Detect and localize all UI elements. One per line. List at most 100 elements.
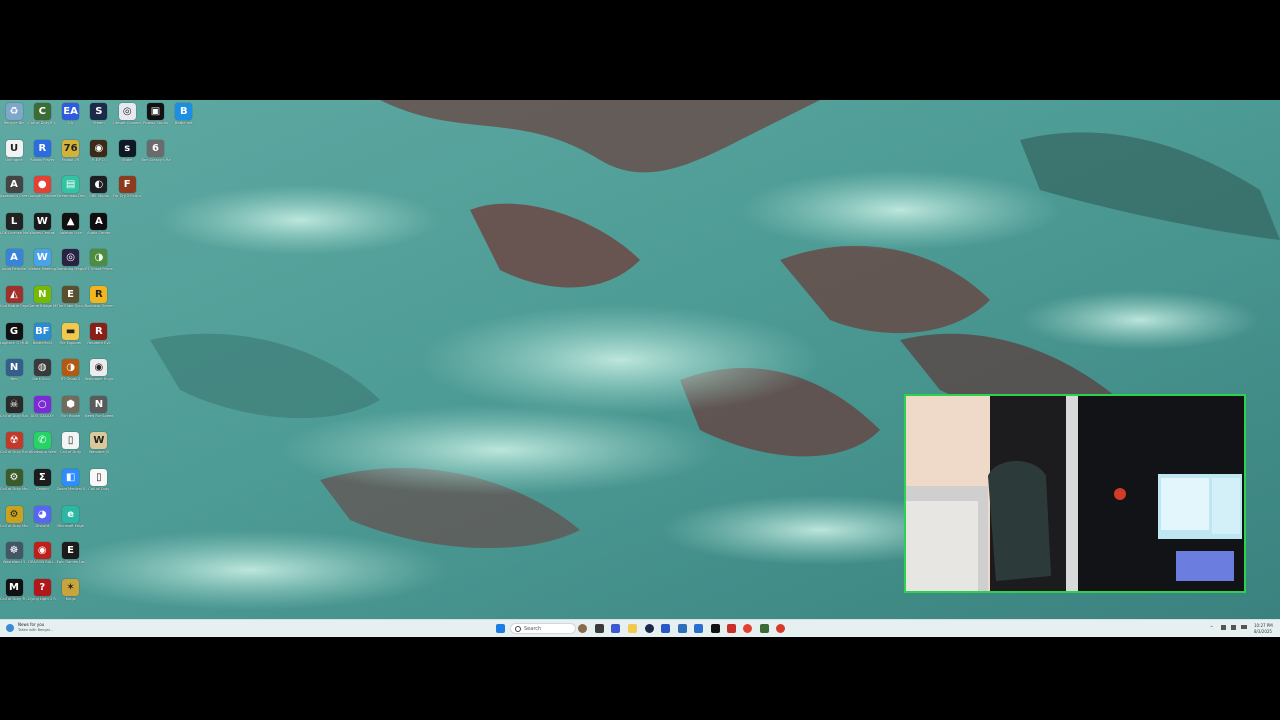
capcut-icon[interactable] bbox=[711, 624, 720, 633]
volume-icon[interactable] bbox=[1231, 625, 1236, 630]
clock-time[interactable]: 10:27 PM bbox=[1254, 623, 1273, 628]
desktop-icon[interactable]: ▯ Call of Duty bbox=[57, 430, 85, 464]
desktop-icon-label: Cod Battle Organizer bbox=[0, 304, 28, 308]
desktop-icon-label: Stake bbox=[122, 157, 133, 162]
desktop-icon[interactable]: S Steam bbox=[85, 101, 113, 135]
desktop-icon[interactable]: N Neo bbox=[0, 357, 28, 391]
widgets-icon[interactable] bbox=[611, 624, 620, 633]
start-button[interactable] bbox=[496, 624, 505, 633]
desktop-icon[interactable]: ▣ Roblox Studio bbox=[142, 101, 170, 135]
desktop-icon[interactable]: RRockstar Games... bbox=[85, 284, 113, 318]
desktop-icon[interactable]: ◍ Dark Sun... bbox=[28, 357, 56, 391]
network-icon[interactable] bbox=[1221, 625, 1226, 630]
chevron-up-icon[interactable]: ^ bbox=[1210, 625, 1213, 630]
desktop-icon[interactable]: ?Dying Light 2 Reloaded Ed... bbox=[28, 577, 56, 611]
store-icon[interactable] bbox=[678, 624, 687, 633]
desktop-icon[interactable]: R Resident Evil bbox=[85, 321, 113, 355]
desktop-icon[interactable]: ☢Call of Duty Black Ops... bbox=[0, 430, 28, 464]
news-widget[interactable]: News for you Taken with Bengal... bbox=[6, 622, 66, 635]
desktop-icon[interactable]: ◉ DRAGON BALL... bbox=[28, 540, 56, 574]
file-explorer-icon[interactable] bbox=[628, 624, 637, 633]
desktop-icon[interactable]: ◑ RT Ghost 2 bbox=[57, 357, 85, 391]
desktop-icon[interactable]: NNeed For Speed... bbox=[85, 394, 113, 428]
desktop-icon[interactable]: ☸ Wasteland 3 bbox=[0, 540, 28, 574]
desktop-icon-label: Call of Duty bbox=[88, 487, 110, 491]
desktop-icon[interactable]: ◧Zoom Medical Software bbox=[57, 467, 85, 501]
desktop-icon[interactable]: ⚙Call of Duty Modern... bbox=[0, 504, 28, 538]
desktop-icon-label: Ableton Live bbox=[59, 230, 82, 235]
cod-taskbar-icon[interactable] bbox=[760, 624, 769, 633]
desktop-icon[interactable]: ✆ WhatsApp Web bbox=[28, 430, 56, 464]
elder-scrolls-icon: E bbox=[62, 286, 80, 303]
desktop-icon[interactable]: ☠Call of Duty Black Ops bbox=[0, 394, 28, 428]
desktop-icon[interactable]: ⬢ Fun House bbox=[57, 394, 85, 428]
desktop-icon[interactable]: ✶ Kingz bbox=[57, 577, 85, 611]
desktop-icon[interactable]: AAssassin's Creed Band... bbox=[0, 174, 28, 208]
desktop-icon[interactable]: M Call of Duty ®... bbox=[0, 577, 28, 611]
desktop-icon-label: The Elder Scro... bbox=[56, 304, 85, 308]
calculator-icon[interactable] bbox=[727, 624, 736, 633]
battery-icon[interactable] bbox=[1241, 625, 1247, 629]
desktop-icon[interactable]: ◎ Ubisoft Connect bbox=[113, 101, 141, 135]
desktop-icon[interactable]: EEpic Games Launcher bbox=[57, 540, 85, 574]
desktop-icon[interactable]: 76 Fallout 76 bbox=[57, 138, 85, 172]
desktop-icon[interactable]: B Battle.net bbox=[170, 101, 198, 135]
desktop-icon-label: Epic Games Launcher bbox=[56, 560, 85, 565]
desktop-icon[interactable]: ◕ Discord bbox=[28, 504, 56, 538]
kingz-icon: ✶ bbox=[62, 578, 80, 596]
cod-bo-icon: ☢ bbox=[5, 432, 23, 450]
desktop-icon[interactable]: G Logitech G HUB bbox=[0, 321, 28, 355]
copilot-icon[interactable] bbox=[578, 624, 587, 633]
desktop-icon[interactable]: W Webex Meetings bbox=[28, 247, 56, 281]
desktop-icon[interactable]: A Aqua Remote bbox=[0, 247, 28, 281]
desktop-icon[interactable]: ▲ Ableton Live bbox=[57, 211, 85, 245]
desktop-icon[interactable]: ● Google Chrome bbox=[28, 174, 56, 208]
desktop-icon[interactable]: NGame Bridge M... bbox=[28, 284, 56, 318]
clock-date[interactable]: 8/3/2025 bbox=[1254, 629, 1272, 634]
desktop-icon[interactable]: W Waves Central bbox=[28, 211, 56, 245]
desktop-icon[interactable]: ○ DOS GALAXY bbox=[28, 394, 56, 428]
desktop-icon[interactable]: ◉Wallpaper Engine bbox=[85, 357, 113, 391]
desktop-icon[interactable]: ◑ RT Ghost Prime bbox=[85, 247, 113, 281]
desktop-icon[interactable]: ◭Cod Battle Organizer bbox=[0, 284, 28, 318]
desktop-icon[interactable]: ◐ OBS Studio bbox=[85, 174, 113, 208]
taskbar-app-icon[interactable] bbox=[661, 624, 670, 633]
mail-icon[interactable] bbox=[694, 624, 703, 633]
desktop-icon[interactable]: 6Tom Clancy's Rainbow Si... bbox=[142, 138, 170, 172]
desktop-icon[interactable]: s Stake bbox=[113, 138, 141, 172]
desktop-icon[interactable]: ♻ Recycle Bin bbox=[0, 101, 28, 135]
desktop-icon[interactable]: ◉ R.E.P.O. bbox=[85, 138, 113, 172]
search-placeholder: Search bbox=[524, 626, 542, 632]
search-box[interactable]: Search bbox=[510, 623, 576, 634]
desktop-icon[interactable]: W Warzone_B bbox=[85, 430, 113, 464]
desktop-icon-label: Aqua Remote bbox=[1, 267, 27, 272]
desktop-icon-label: Logitech G HUB bbox=[0, 340, 28, 345]
desktop-icon[interactable]: ▯ Call of Duty bbox=[85, 467, 113, 501]
desktop-icon[interactable]: EA EA bbox=[57, 101, 85, 135]
desktop-icon[interactable]: ▬ File Explorer bbox=[57, 321, 85, 355]
task-view-icon[interactable] bbox=[595, 624, 604, 633]
warzone-icon: W bbox=[90, 432, 108, 450]
desktop-icon[interactable]: e Microsoft Edge bbox=[57, 504, 85, 538]
desktop-icon[interactable]: A Audio Center bbox=[85, 211, 113, 245]
call-of-duty-icon: C bbox=[33, 103, 51, 120]
desktop-icon[interactable]: ⚙Call of Duty Modern... bbox=[0, 467, 28, 501]
desktop-icon-label: Fun House bbox=[61, 413, 81, 418]
desktop-icon[interactable]: ◎Samsung Magician bbox=[57, 247, 85, 281]
desktop-icon[interactable]: U UnEngine bbox=[0, 138, 28, 172]
chrome-icon[interactable] bbox=[743, 624, 752, 633]
desktop-icon-label: Microsoft Edge bbox=[57, 523, 84, 528]
desktop-icon[interactable]: FFar Cry 2 Fortune's... bbox=[113, 174, 141, 208]
webcam-feed-image bbox=[906, 396, 1244, 591]
desktop-icon[interactable]: LLDK License Manager bbox=[0, 211, 28, 245]
desktop-icon[interactable]: ▤Streamlabs Desktop bbox=[57, 174, 85, 208]
desktop-icon[interactable]: BF BattleField bbox=[28, 321, 56, 355]
desktop-icon[interactable]: CCall of Duty® M... bbox=[28, 101, 56, 135]
desktop-icon[interactable]: Σ Carbon bbox=[28, 467, 56, 501]
desktop-icon-label: R.E.P.O. bbox=[92, 157, 106, 162]
desktop-icon[interactable]: E The Elder Scro... bbox=[57, 284, 85, 318]
steam-icon[interactable] bbox=[645, 624, 654, 633]
desktop-icon[interactable]: R Roblox Player bbox=[28, 138, 56, 172]
obs-taskbar-icon[interactable] bbox=[776, 624, 785, 633]
ghost-icon: ◑ bbox=[90, 249, 108, 267]
